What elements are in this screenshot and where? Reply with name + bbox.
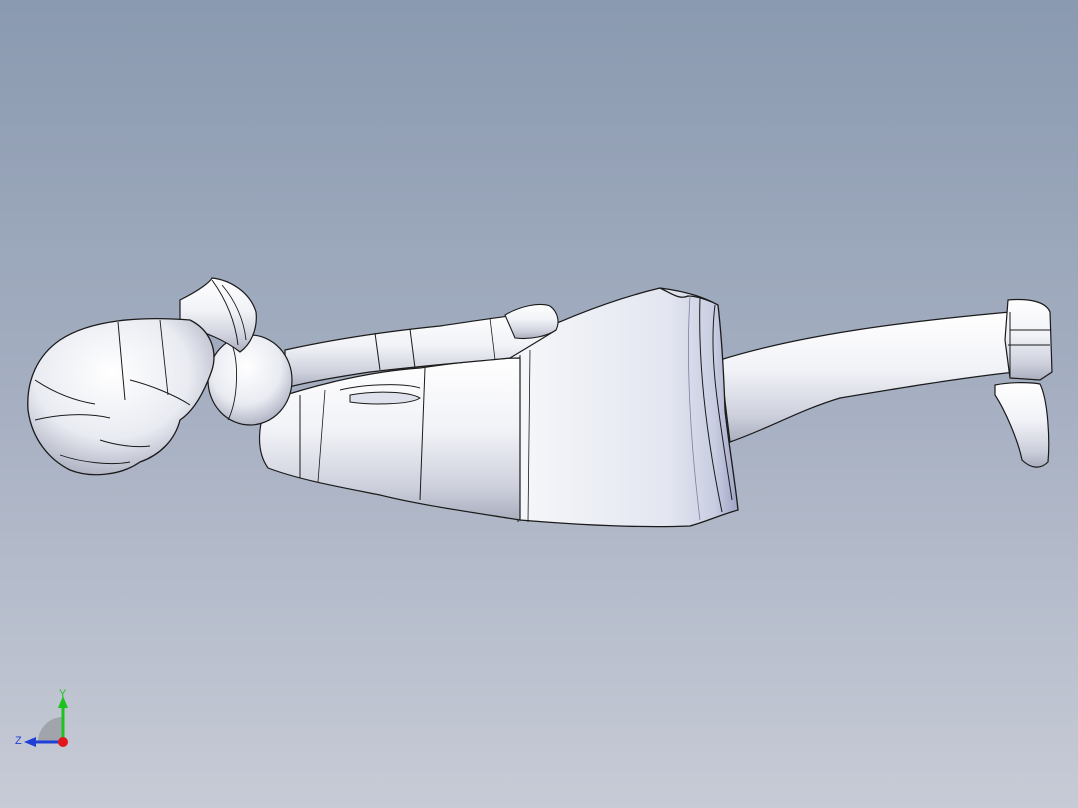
model-shoe — [1004, 298, 1053, 381]
y-axis-label: Y — [59, 688, 67, 700]
model-shoulder — [207, 334, 293, 426]
orientation-triad: Y Z — [15, 688, 68, 747]
x-axis-icon — [58, 737, 68, 747]
model-shoe-lower — [994, 382, 1050, 468]
z-axis-label: Z — [15, 735, 22, 747]
model-head — [27, 317, 215, 476]
model-hand — [504, 303, 559, 340]
model-leg — [719, 311, 1016, 443]
triad-quadrant-icon — [38, 717, 63, 742]
graphics-viewport[interactable]: Y Z — [0, 0, 1078, 808]
3d-model-figure[interactable] — [0, 0, 1078, 808]
